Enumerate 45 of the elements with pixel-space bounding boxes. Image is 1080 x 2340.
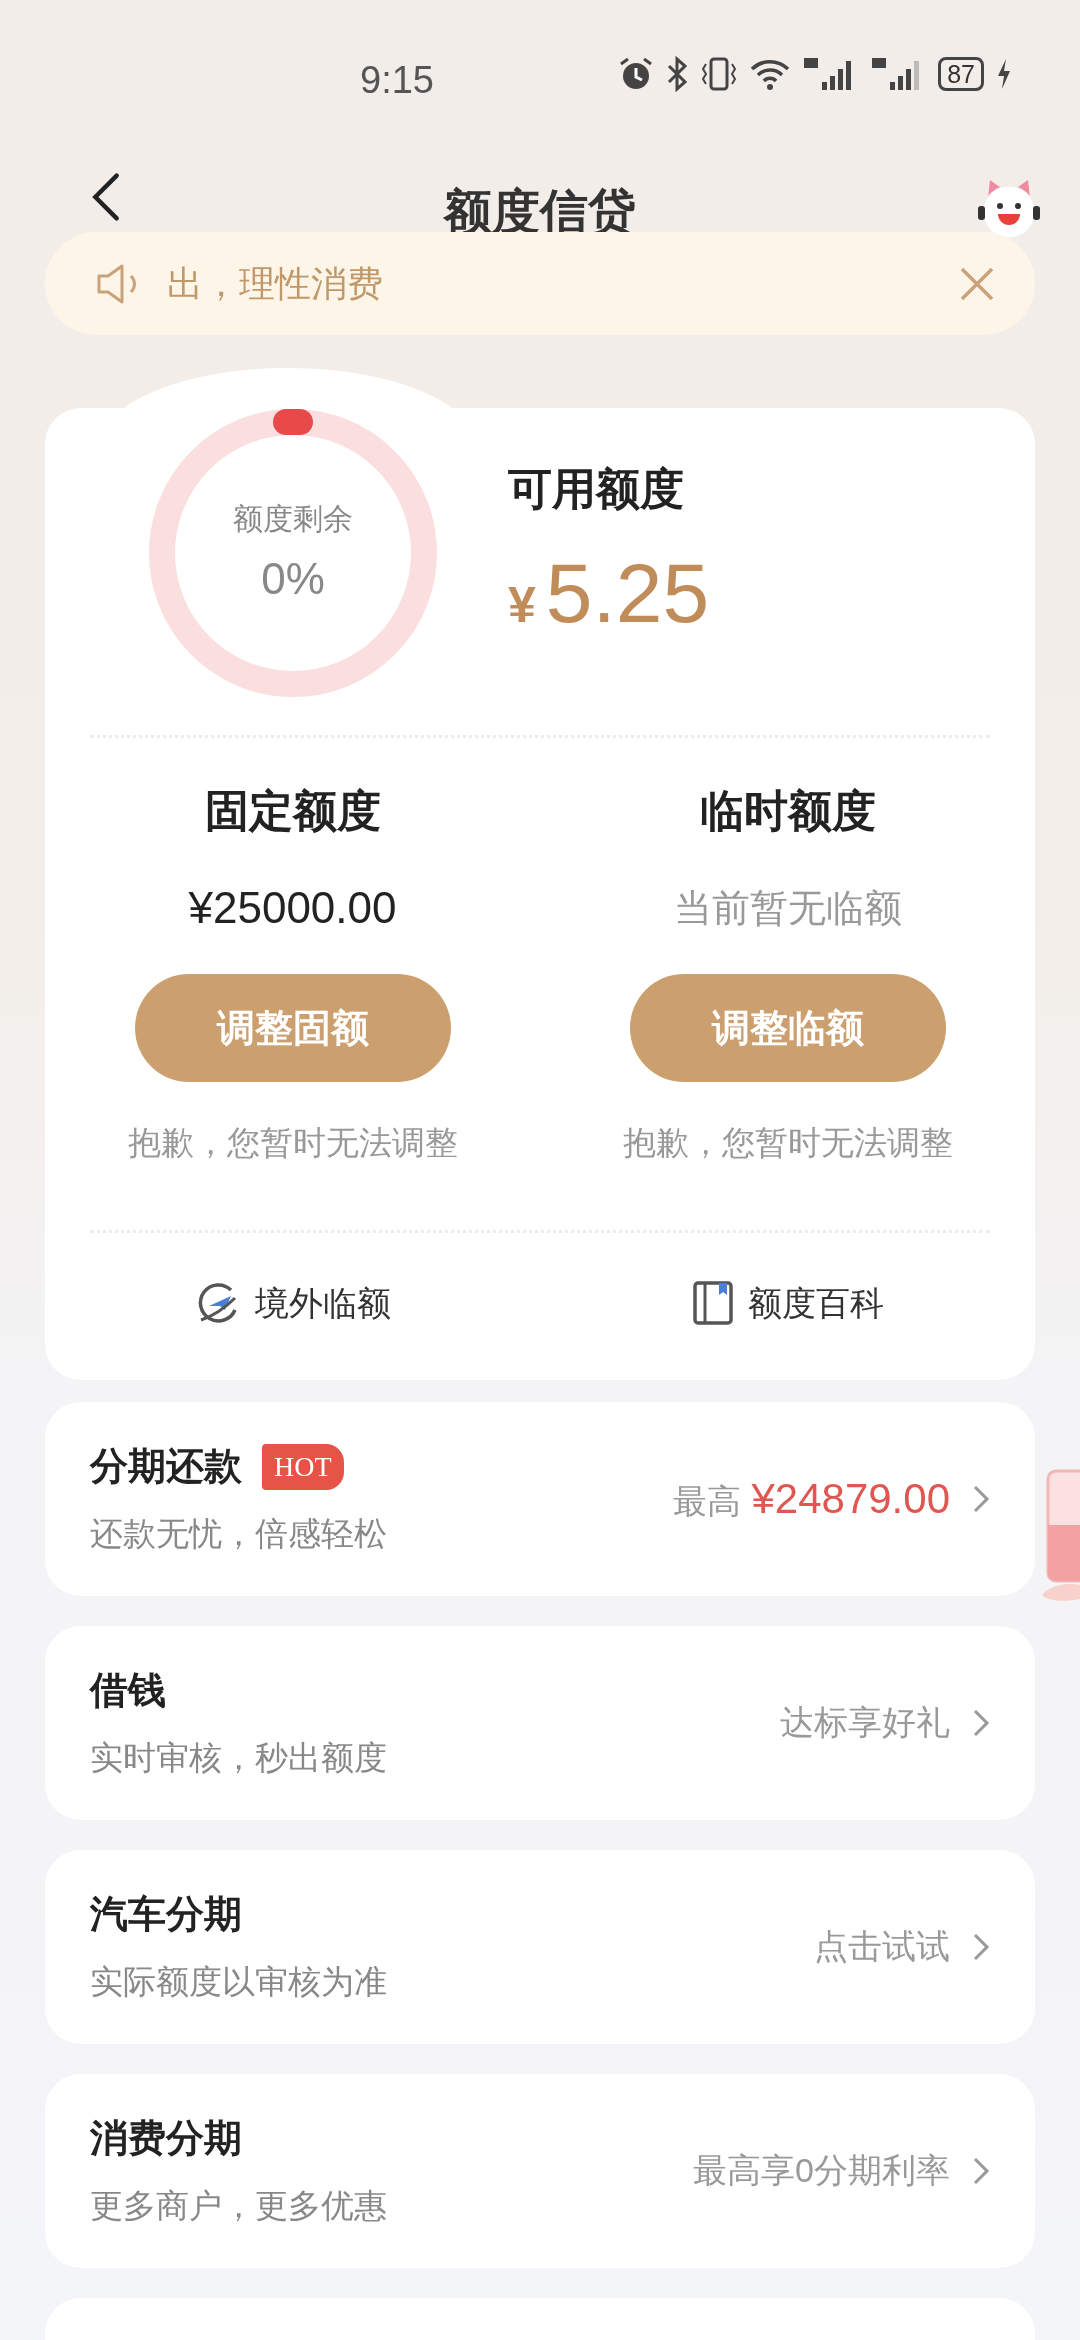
hint-label: 最高 xyxy=(673,1481,742,1522)
charging-icon xyxy=(996,58,1012,90)
wifi-icon xyxy=(750,57,791,91)
max-amount: ¥24879.00 xyxy=(751,1474,950,1524)
unavailable-note: 抱歉，您暂时无法调整 xyxy=(127,1123,458,1163)
chevron-right-icon xyxy=(972,1483,990,1514)
quota-link[interactable]: 额度百科 xyxy=(540,1276,1035,1330)
product-card[interactable]: 借钱 实时审核，秒出额度 达标享好礼 xyxy=(45,1625,1035,1820)
chevron-right-icon xyxy=(972,2155,990,2186)
notice-text: 出，理性消费 xyxy=(167,261,384,306)
hot-tag: HOT xyxy=(262,1443,344,1490)
product-hint: 点击试试 xyxy=(814,1926,950,1967)
battery-level: 87 xyxy=(938,57,984,91)
product-subtitle: 还款无忧，倍感轻松 xyxy=(90,1514,387,1555)
close-icon[interactable] xyxy=(959,265,995,302)
product-title: 消费分期 xyxy=(90,2116,242,2162)
product-subtitle: 实时审核，秒出额度 xyxy=(90,1738,387,1779)
product-card[interactable]: 消费分期 更多商户，更多优惠 最高享0分期利率 xyxy=(45,2073,1035,2268)
ring-label: 额度剩余 xyxy=(232,501,354,537)
product-title: 汽车分期 xyxy=(90,1892,242,1938)
chevron-right-icon xyxy=(972,1707,990,1738)
back-icon[interactable] xyxy=(90,172,122,222)
ring-value: 0% xyxy=(260,553,326,605)
product-hint: 达标享好礼 xyxy=(780,1702,950,1743)
product-card[interactable]: 分期还款 HOT 还款无忧，倍感轻松 最高 ¥24879.00 xyxy=(45,1401,1035,1596)
bluetooth-icon xyxy=(666,56,689,92)
currency-sign: ¥ xyxy=(508,576,536,635)
available-label: 可用额度 xyxy=(508,463,685,515)
book-icon xyxy=(691,1280,734,1326)
product-title: 借钱 xyxy=(90,1668,166,1714)
quota-type-title: 临时额度 xyxy=(699,785,876,837)
unavailable-note: 抱歉，您暂时无法调整 xyxy=(622,1123,953,1163)
product-card[interactable]: 汽车分期 实际额度以审核为准 点击试试 xyxy=(45,1849,1035,2044)
quota-note: 当前暂无临额 xyxy=(673,886,902,931)
quota-link[interactable]: 境外临额 xyxy=(45,1276,540,1330)
quota-amount: ¥25000.00 xyxy=(188,882,397,934)
available-amount: 5.25 xyxy=(545,545,710,642)
product-title: 分期还款 xyxy=(90,1444,242,1490)
product-subtitle: 更多商户，更多优惠 xyxy=(90,2186,387,2227)
status-time: 9:15 xyxy=(360,58,434,103)
product-hint: 最高享0分期利率 xyxy=(693,2150,950,2191)
quota-type-title: 固定额度 xyxy=(204,785,381,837)
chevron-right-icon xyxy=(972,1931,990,1962)
product-subtitle: 实际额度以审核为准 xyxy=(90,1962,387,2003)
vibrate-icon xyxy=(700,56,739,92)
